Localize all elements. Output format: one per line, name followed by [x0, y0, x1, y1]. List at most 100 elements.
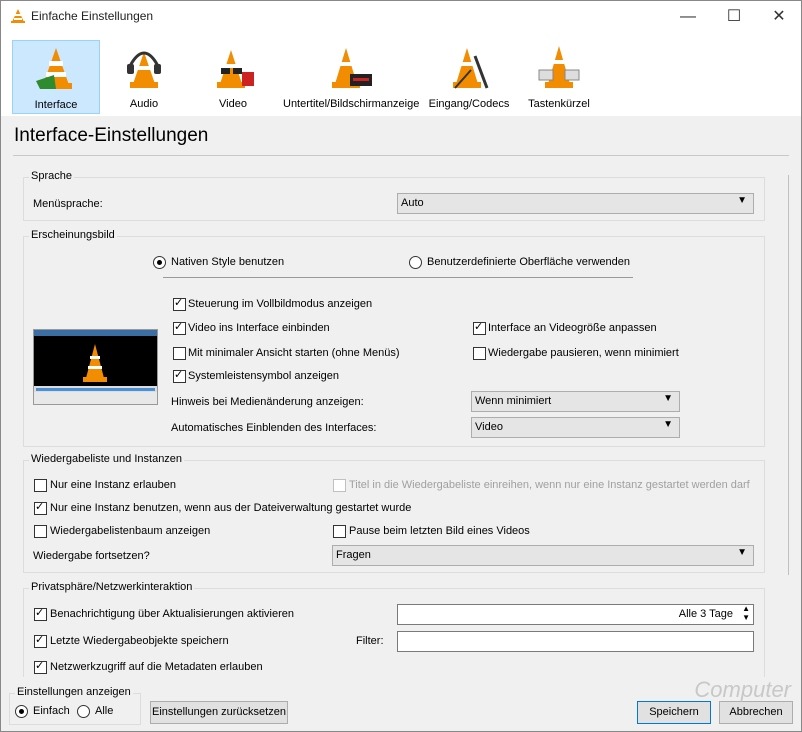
checkbox-fullscreen-controls[interactable] — [173, 296, 186, 311]
appearance-separator — [163, 277, 633, 278]
radio-all[interactable] — [77, 705, 90, 718]
window-title: Einfache Einstellungen — [31, 9, 154, 23]
menu-language-label: Menüsprache: — [33, 198, 103, 210]
vlc-cone-cable-icon — [453, 48, 489, 89]
checkbox-updates[interactable] — [34, 606, 47, 621]
checkbox-pause-last-frame-label: Pause beim letzten Bild eines Videos — [349, 525, 530, 537]
group-privacy-title: Privatsphäre/Netzwerkinteraktion — [29, 581, 195, 593]
tab-subtitles[interactable]: Untertitel/Bildschirmanzeige — [283, 40, 420, 112]
checkbox-recent-items[interactable] — [34, 633, 47, 648]
checkbox-systray-label: Systemleistensymbol anzeigen — [188, 370, 340, 382]
chevron-down-icon: ▼ — [663, 419, 673, 430]
tab-interface-label: Interface — [34, 99, 78, 111]
checkbox-metadata-network-label: Netzwerkzugriff auf die Metadaten erlaub… — [50, 661, 263, 673]
checkbox-embed-video[interactable] — [173, 320, 186, 335]
checkbox-filemanager-instance[interactable] — [34, 500, 47, 515]
checkbox-systray[interactable] — [173, 368, 186, 383]
tab-video-label: Video — [219, 98, 247, 110]
tab-subtitles-label: Untertitel/Bildschirmanzeige — [283, 98, 420, 110]
tab-video[interactable]: Video — [190, 40, 276, 112]
autoshow-value: Video — [475, 421, 503, 433]
checkbox-fullscreen-controls-label: Steuerung im Vollbildmodus anzeigen — [188, 298, 373, 310]
tab-hotkeys[interactable]: Tastenkürzel — [516, 40, 602, 112]
tab-audio[interactable]: Audio — [101, 40, 187, 112]
resume-select[interactable]: Fragen ▼ — [332, 545, 754, 566]
save-button[interactable]: Speichern — [637, 701, 711, 724]
tab-interface[interactable]: Interface — [12, 40, 100, 114]
autoshow-select[interactable]: Video ▼ — [471, 417, 680, 438]
checkbox-filemanager-instance-label: Nur eine Instanz benutzen, wenn aus der … — [50, 502, 412, 514]
vlc-cone-hotkeys-icon — [538, 46, 580, 88]
close-button[interactable]: ✕ — [756, 1, 802, 32]
resume-value: Fragen — [336, 549, 371, 561]
menu-language-value: Auto — [401, 197, 424, 209]
group-playlist-title: Wiedergabeliste und Instanzen — [29, 453, 185, 465]
vlc-cone-preview-icon — [83, 344, 107, 382]
checkbox-enqueue[interactable] — [333, 479, 346, 492]
resume-label: Wiedergabe fortsetzen? — [33, 550, 150, 562]
checkbox-updates-label: Benachrichtigung über Aktualisierungen a… — [50, 608, 294, 620]
group-appearance-title: Erscheinungsbild — [29, 229, 117, 241]
vlc-cone-headphones-icon — [127, 51, 161, 88]
checkbox-single-instance-label: Nur eine Instanz erlauben — [50, 479, 176, 491]
scrollbar-thumb[interactable] — [788, 175, 789, 575]
vlc-logo-icon — [11, 9, 25, 23]
page-title: Interface-Einstellungen — [14, 125, 209, 146]
checkbox-single-instance[interactable] — [34, 479, 47, 492]
tab-input-codecs-label: Eingang/Codecs — [428, 98, 510, 110]
checkbox-recent-items-label: Letzte Wiedergabeobjekte speichern — [50, 635, 229, 647]
divider — [13, 155, 789, 156]
checkbox-metadata-network[interactable] — [34, 659, 47, 674]
maximize-button[interactable]: ☐ — [711, 1, 757, 32]
checkbox-playlist-tree[interactable] — [34, 525, 47, 538]
reset-button[interactable]: Einstellungen zurücksetzen — [150, 701, 288, 724]
media-change-select[interactable]: Wenn minimiert ▼ — [471, 391, 680, 412]
vlc-cone-subtitle-icon — [332, 48, 372, 88]
checkbox-pause-last-frame[interactable] — [333, 525, 346, 538]
spin-arrows-icon[interactable]: ▲ ▼ — [742, 604, 750, 622]
radio-simple-label: Einfach — [33, 705, 70, 717]
checkbox-enqueue-label: Titel in die Wiedergabeliste einreihen, … — [349, 479, 750, 491]
radio-native-style[interactable] — [153, 256, 166, 269]
update-interval-spinbox[interactable]: Alle 3 Tage ▲ ▼ — [397, 604, 754, 625]
category-toolbar: Interface Audio Video Untertitel/Bildsch… — [1, 32, 801, 116]
title-bar: Einfache Einstellungen — ☐ ✕ — [1, 1, 801, 32]
tab-audio-label: Audio — [129, 98, 159, 110]
preferences-window: Einfache Einstellungen — ☐ ✕ Interface A… — [0, 0, 802, 732]
checkbox-embed-video-label: Video ins Interface einbinden — [188, 322, 330, 334]
filter-input[interactable] — [397, 631, 754, 652]
radio-all-label: Alle — [95, 705, 114, 717]
cancel-button[interactable]: Abbrechen — [719, 701, 793, 724]
checkbox-playlist-tree-label: Wiedergabelistenbaum anzeigen — [50, 525, 211, 537]
vlc-cone-glasses-icon — [217, 50, 254, 88]
computerbase-watermark: Computer — [694, 677, 791, 702]
settings-panel: Sprache Menüsprache: Auto ▼ Erscheinungs… — [13, 161, 789, 677]
chevron-down-icon: ▼ — [663, 393, 673, 404]
group-sprache-title: Sprache — [29, 170, 74, 182]
interface-preview-image — [33, 329, 158, 405]
checkbox-pause-minimized[interactable] — [473, 347, 486, 360]
checkbox-minimal-view-label: Mit minimaler Ansicht starten (ohne Menü… — [188, 347, 400, 359]
checkbox-resize-interface[interactable] — [473, 320, 486, 335]
tab-hotkeys-label: Tastenkürzel — [528, 98, 590, 110]
media-change-value: Wenn minimiert — [475, 395, 552, 407]
menu-language-select[interactable]: Auto ▼ — [397, 193, 754, 214]
media-change-label: Hinweis bei Medienänderung anzeigen: — [171, 396, 364, 408]
vlc-cone-interface-icon — [36, 48, 72, 89]
autoshow-label: Automatisches Einblenden des Interfaces: — [171, 422, 377, 434]
checkbox-minimal-view[interactable] — [173, 347, 186, 360]
radio-simple[interactable] — [15, 705, 28, 718]
radio-custom-skin-label: Benutzerdefinierte Oberfläche verwenden — [427, 256, 631, 268]
chevron-down-icon: ▼ — [737, 547, 747, 558]
chevron-down-icon: ▼ — [737, 195, 747, 206]
radio-custom-skin[interactable] — [409, 256, 422, 269]
update-interval-value: Alle 3 Tage — [678, 608, 733, 620]
radio-native-style-label: Nativen Style benutzen — [171, 256, 285, 268]
minimize-button[interactable]: — — [665, 1, 711, 32]
group-show-settings-title: Einstellungen anzeigen — [15, 686, 133, 698]
checkbox-resize-interface-label: Interface an Videogröße anpassen — [488, 322, 657, 334]
filter-label: Filter: — [356, 635, 384, 647]
checkbox-pause-minimized-label: Wiedergabe pausieren, wenn minimiert — [488, 347, 679, 359]
vertical-scrollbar[interactable]: ▲ ▼ — [786, 161, 789, 677]
tab-input-codecs[interactable]: Eingang/Codecs — [427, 40, 511, 112]
